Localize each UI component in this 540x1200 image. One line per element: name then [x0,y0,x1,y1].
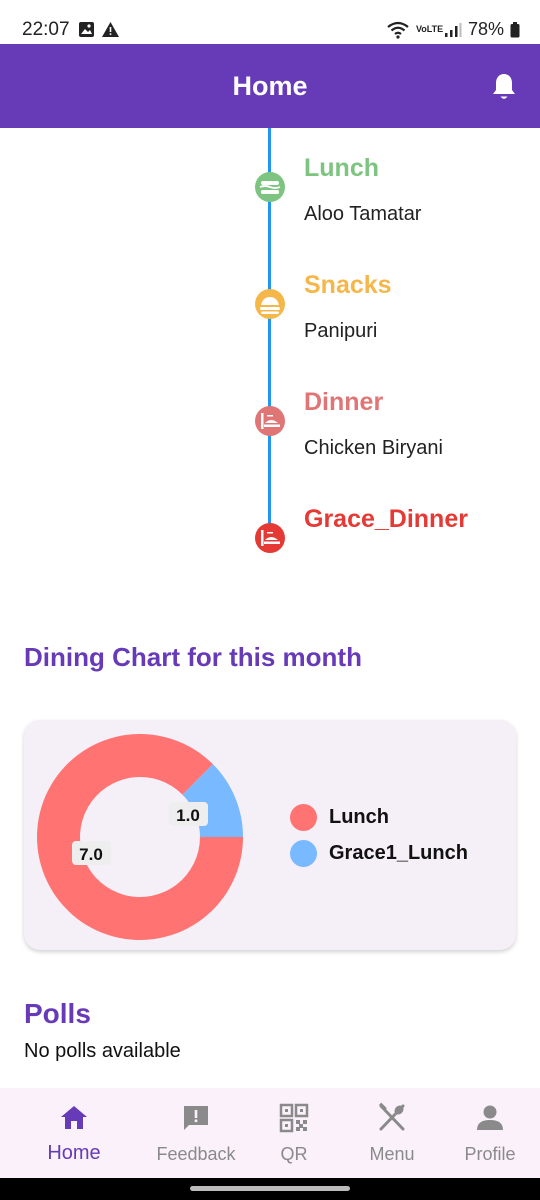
notification-bell-icon[interactable] [490,72,518,102]
gesture-handle [190,1186,350,1191]
status-notification-icons [78,21,120,38]
person-icon [477,1105,503,1130]
timeline-title-snacks: Snacks [304,271,392,299]
legend-item-lunch: Lunch [290,804,389,831]
network-type-label: VoLTE [415,24,444,34]
timeline-item-dinner: Chicken Biryani [304,437,443,459]
status-bar: 22:07 VoLTE 78% [0,0,540,44]
nav-label-qr: QR [280,1144,308,1164]
page-title: Home [232,71,308,101]
qr-code-icon [279,1103,309,1133]
snacks-icon [255,289,285,319]
nav-label-menu: Menu [369,1144,415,1164]
feedback-icon [184,1106,208,1130]
donut-value-label-lunch: 7.0 [72,841,111,865]
no-polls-text: No polls available [24,1040,181,1062]
system-gesture-bar [0,1178,540,1200]
battery-icon [510,21,520,37]
nav-label-profile: Profile [464,1144,516,1164]
timeline-item-lunch: Aloo Tamatar [304,203,422,225]
home-icon [61,1106,87,1129]
timeline-item-snacks: Panipuri [304,320,378,342]
legend-label-grace1-lunch: Grace1_Lunch [329,842,468,864]
timeline-title-grace-dinner: Grace_Dinner [304,505,468,533]
status-right-cluster: VoLTE 78% [386,19,520,40]
nav-feedback[interactable]: Feedback [142,1088,250,1178]
nav-label-feedback: Feedback [156,1144,236,1164]
nav-label-home: Home [47,1142,101,1164]
status-time: 22:07 [22,19,70,40]
wifi-icon [387,21,409,39]
nav-home[interactable]: Home [20,1088,128,1178]
legend-item-grace1-lunch: Grace1_Lunch [290,840,468,867]
svg-text:7.0: 7.0 [79,845,103,864]
lunch-icon [255,172,285,202]
restaurant-menu-icon [379,1102,405,1131]
legend-swatch-grace1-lunch [290,840,317,867]
timeline-title-dinner: Dinner [304,388,384,416]
image-notification-icon [79,22,94,37]
dining-chart-title: Dining Chart for this month [24,642,362,672]
legend-swatch-lunch [290,804,317,831]
legend-label-lunch: Lunch [329,806,389,828]
app-bar: Home [0,44,540,128]
dining-chart-card: 7.0 1.0 Lunch Grace1_Lunch [24,720,516,950]
donut-chart: 7.0 1.0 [36,734,243,940]
svg-text:1.0: 1.0 [176,806,200,825]
donut-value-label-grace1-lunch: 1.0 [169,802,208,826]
polls-title: Polls [24,998,91,1029]
bottom-navigation: Home Feedback QR Menu Profile [0,1088,540,1178]
grace-dinner-icon [255,523,285,553]
dinner-icon [255,406,285,436]
signal-icon [444,22,462,37]
battery-percent: 78% [467,19,504,39]
timeline-title-lunch: Lunch [304,154,379,182]
nav-profile[interactable]: Profile [436,1088,540,1178]
warning-icon [102,22,119,37]
nav-menu[interactable]: Menu [338,1088,446,1178]
nav-qr[interactable]: QR [240,1088,348,1178]
